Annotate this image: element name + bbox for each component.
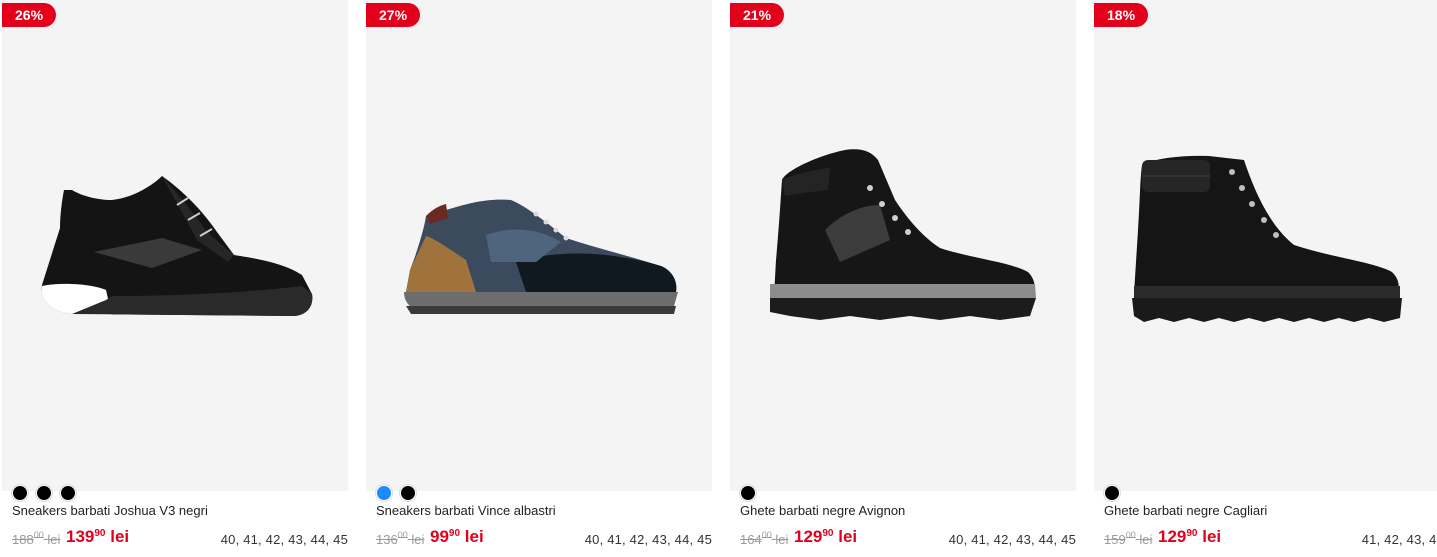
old-price: 15900 lei (1104, 530, 1153, 547)
price-row: 15900 lei 12990 lei 41, 42, 43, 44 (1104, 527, 1437, 549)
discount-badge: 27% (366, 3, 421, 27)
black-sneaker-image (41, 176, 313, 316)
old-price: 16400 lei (740, 530, 789, 547)
available-sizes: 40, 41, 42, 43, 44, 45 (584, 532, 712, 547)
product-name[interactable]: Sneakers barbati Joshua V3 negri (12, 503, 208, 518)
color-swatch-black[interactable] (60, 485, 76, 501)
product-grid: 26% Sneakers barbati Joshua V3 negri 188… (0, 0, 1437, 557)
product-card[interactable]: 21% Ghete barbati negre Avignon 16400 le… (730, 0, 1076, 557)
old-price: 13600 lei (376, 530, 425, 547)
new-price: 13990 lei (66, 527, 130, 546)
product-image[interactable] (730, 0, 1076, 491)
color-swatch-black[interactable] (1104, 485, 1120, 501)
product-image[interactable] (1094, 0, 1437, 491)
color-swatch-blue[interactable] (376, 485, 392, 501)
new-price: 12990 lei (794, 527, 858, 546)
old-price: 18800 lei (12, 530, 61, 547)
discount-badge: 18% (1094, 3, 1149, 27)
product-image[interactable] (366, 0, 712, 491)
available-sizes: 40, 41, 42, 43, 44, 45 (948, 532, 1076, 547)
available-sizes: 41, 42, 43, 44 (1361, 532, 1437, 547)
product-card[interactable]: 26% Sneakers barbati Joshua V3 negri 188… (2, 0, 348, 557)
price-row: 18800 lei 13990 lei 40, 41, 42, 43, 44, … (12, 527, 348, 549)
discount-badge: 26% (2, 3, 57, 27)
color-swatches (740, 485, 756, 501)
discount-badge: 21% (730, 3, 785, 27)
available-sizes: 40, 41, 42, 43, 44, 45 (220, 532, 348, 547)
color-swatch-black[interactable] (12, 485, 28, 501)
product-card[interactable]: 27% Sneakers barbati Vince albastri 1360… (366, 0, 712, 557)
black-hiking-boot-image (770, 149, 1036, 320)
color-swatches (12, 485, 76, 501)
new-price: 12990 lei (1158, 527, 1222, 546)
color-swatches (376, 485, 416, 501)
product-name[interactable]: Ghete barbati negre Avignon (740, 503, 905, 518)
product-card[interactable]: 18% Ghete barbati negre Cagliari 15900 l… (1094, 0, 1437, 557)
product-name[interactable]: Ghete barbati negre Cagliari (1104, 503, 1267, 518)
price-row: 16400 lei 12990 lei 40, 41, 42, 43, 44, … (740, 527, 1076, 549)
color-swatch-black[interactable] (400, 485, 416, 501)
black-work-boot-image (1132, 155, 1402, 322)
blue-sneaker-image (404, 199, 678, 314)
price-row: 13600 lei 9990 lei 40, 41, 42, 43, 44, 4… (376, 527, 712, 549)
new-price: 9990 lei (430, 527, 484, 546)
color-swatches (1104, 485, 1120, 501)
product-image[interactable] (2, 0, 348, 491)
product-name[interactable]: Sneakers barbati Vince albastri (376, 503, 556, 518)
color-swatch-black[interactable] (740, 485, 756, 501)
color-swatch-black[interactable] (36, 485, 52, 501)
